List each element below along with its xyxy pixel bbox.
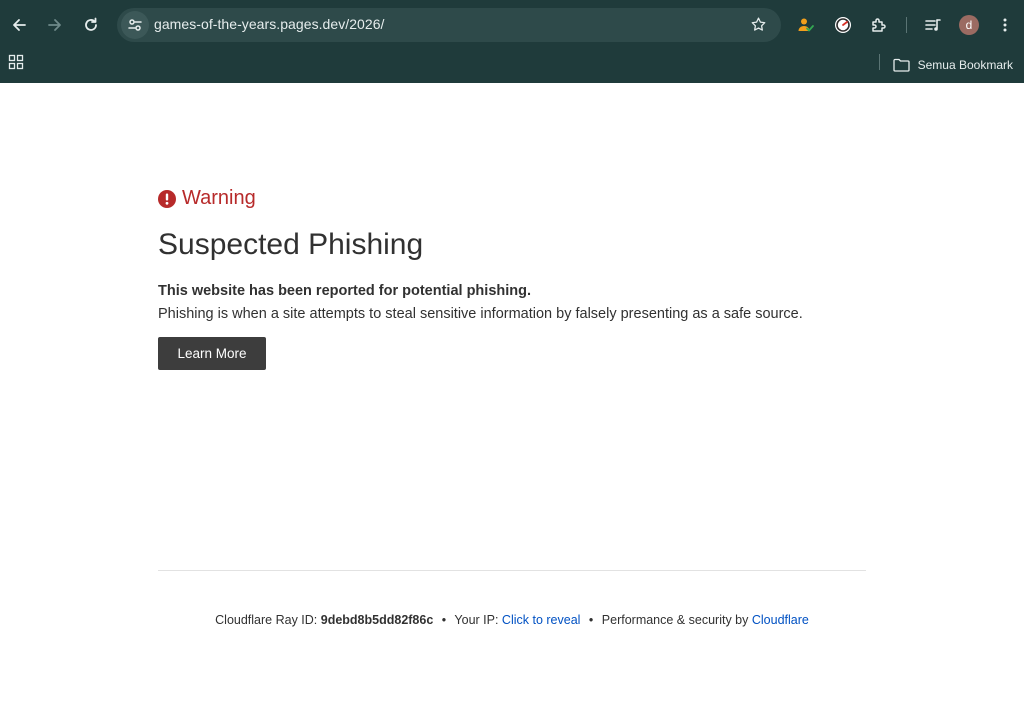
extension-person-button[interactable]	[788, 7, 824, 43]
footer-separator: •	[588, 613, 594, 627]
apps-button[interactable]	[8, 54, 26, 72]
all-bookmarks-button[interactable]: Semua Bookmark	[892, 58, 1013, 72]
site-settings-button[interactable]	[121, 11, 149, 39]
phishing-report-text: This website has been reported for poten…	[158, 283, 532, 299]
star-icon	[751, 17, 766, 31]
bookmarks-separator	[879, 54, 880, 70]
extension-person-icon	[798, 18, 814, 32]
extension-speed-icon	[835, 17, 851, 33]
browser-toolbar: games-of-the-years.pages.dev/2026/ d	[0, 0, 1024, 50]
ip-label: Your IP:	[454, 613, 499, 627]
reload-icon	[85, 17, 97, 31]
warning-header: Warning	[158, 187, 256, 210]
extensions-button[interactable]	[861, 7, 897, 43]
bookmarks-bar: Semua Bookmark	[0, 50, 1024, 83]
browser-menu-button[interactable]	[987, 7, 1023, 43]
back-button[interactable]	[1, 7, 37, 43]
page-title: Suspected Phishing	[158, 228, 424, 261]
back-icon	[13, 19, 26, 31]
warning-exclamation-icon	[158, 189, 176, 208]
phishing-description: Phishing is when a site attempts to stea…	[158, 306, 803, 322]
toolbar-separator	[906, 17, 907, 33]
cloudflare-link[interactable]: Cloudflare	[752, 613, 809, 627]
reload-button[interactable]	[73, 7, 109, 43]
kebab-menu-icon	[1003, 18, 1007, 32]
ray-id-label: Cloudflare Ray ID:	[215, 613, 318, 627]
all-bookmarks-label: Semua Bookmark	[917, 58, 1013, 72]
browser-chrome: games-of-the-years.pages.dev/2026/ d Sem…	[0, 0, 1024, 83]
profile-avatar[interactable]: d	[959, 15, 979, 35]
learn-more-button[interactable]: Learn More	[158, 337, 266, 370]
performance-label: Performance & security by	[601, 613, 749, 627]
reveal-ip-link[interactable]: Click to reveal	[502, 613, 581, 627]
bookmark-star-button[interactable]	[750, 16, 767, 38]
extension-speed-button[interactable]	[825, 7, 861, 43]
warning-label: Warning	[182, 187, 256, 209]
cloudflare-footer: Cloudflare Ray ID: 9debd8b5dd82f86c • Yo…	[0, 613, 1024, 627]
footer-separator: •	[441, 613, 447, 627]
address-bar[interactable]: games-of-the-years.pages.dev/2026/	[117, 8, 781, 42]
footer-divider	[158, 570, 866, 571]
forward-icon	[48, 19, 61, 31]
ray-id-value: 9debd8b5dd82f86c	[320, 613, 434, 627]
media-queue-icon	[925, 19, 941, 31]
site-settings-icon	[128, 19, 142, 31]
puzzle-extensions-icon	[872, 18, 886, 32]
apps-grid-icon	[8, 54, 24, 70]
url-text[interactable]: games-of-the-years.pages.dev/2026/	[154, 16, 385, 32]
folder-icon	[892, 58, 910, 72]
phishing-warning-page: Warning Suspected Phishing This website …	[0, 83, 1024, 708]
forward-button[interactable]	[37, 7, 73, 43]
media-queue-button[interactable]	[915, 7, 951, 43]
